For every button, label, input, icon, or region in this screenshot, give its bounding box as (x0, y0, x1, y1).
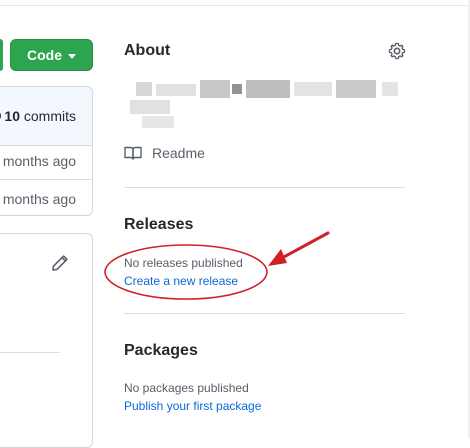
create-release-link[interactable]: Create a new release (124, 274, 238, 288)
releases-divider (124, 313, 405, 314)
commits-label: commits (23, 108, 76, 124)
no-packages-text: No packages published (124, 381, 249, 395)
latest-commit-box: 10 commits months ago months ago (0, 86, 93, 216)
code-button-label: Code (27, 47, 62, 63)
pencil-icon[interactable] (51, 254, 69, 272)
commit-header: 10 commits (0, 87, 92, 146)
publish-package-link[interactable]: Publish your first package (124, 399, 261, 413)
highlight-ellipse (104, 244, 268, 300)
about-divider (124, 187, 405, 188)
commit-time: months ago (2, 191, 76, 207)
chevron-down-icon (68, 53, 76, 59)
readme-panel (0, 233, 93, 448)
commit-row-divider (0, 179, 92, 180)
readme-label: Readme (152, 145, 205, 161)
cut-off-green-button[interactable] (0, 39, 3, 71)
commit-count: 10 (4, 108, 20, 124)
arrow-line (280, 231, 330, 260)
no-releases-text: No releases published (124, 256, 243, 270)
readme-link[interactable]: Readme (124, 145, 205, 161)
commit-time: months ago (2, 153, 76, 169)
packages-title[interactable]: Packages (124, 342, 198, 360)
arrow-head (268, 249, 287, 266)
gear-icon[interactable] (388, 42, 406, 60)
releases-title[interactable]: Releases (124, 216, 193, 234)
about-title: About (124, 42, 171, 59)
book-icon (124, 146, 142, 160)
commits-link[interactable]: 10 commits (0, 108, 76, 124)
readme-divider (0, 352, 60, 353)
history-icon (0, 112, 2, 120)
code-button[interactable]: Code (10, 39, 93, 71)
top-divider (0, 5, 470, 6)
